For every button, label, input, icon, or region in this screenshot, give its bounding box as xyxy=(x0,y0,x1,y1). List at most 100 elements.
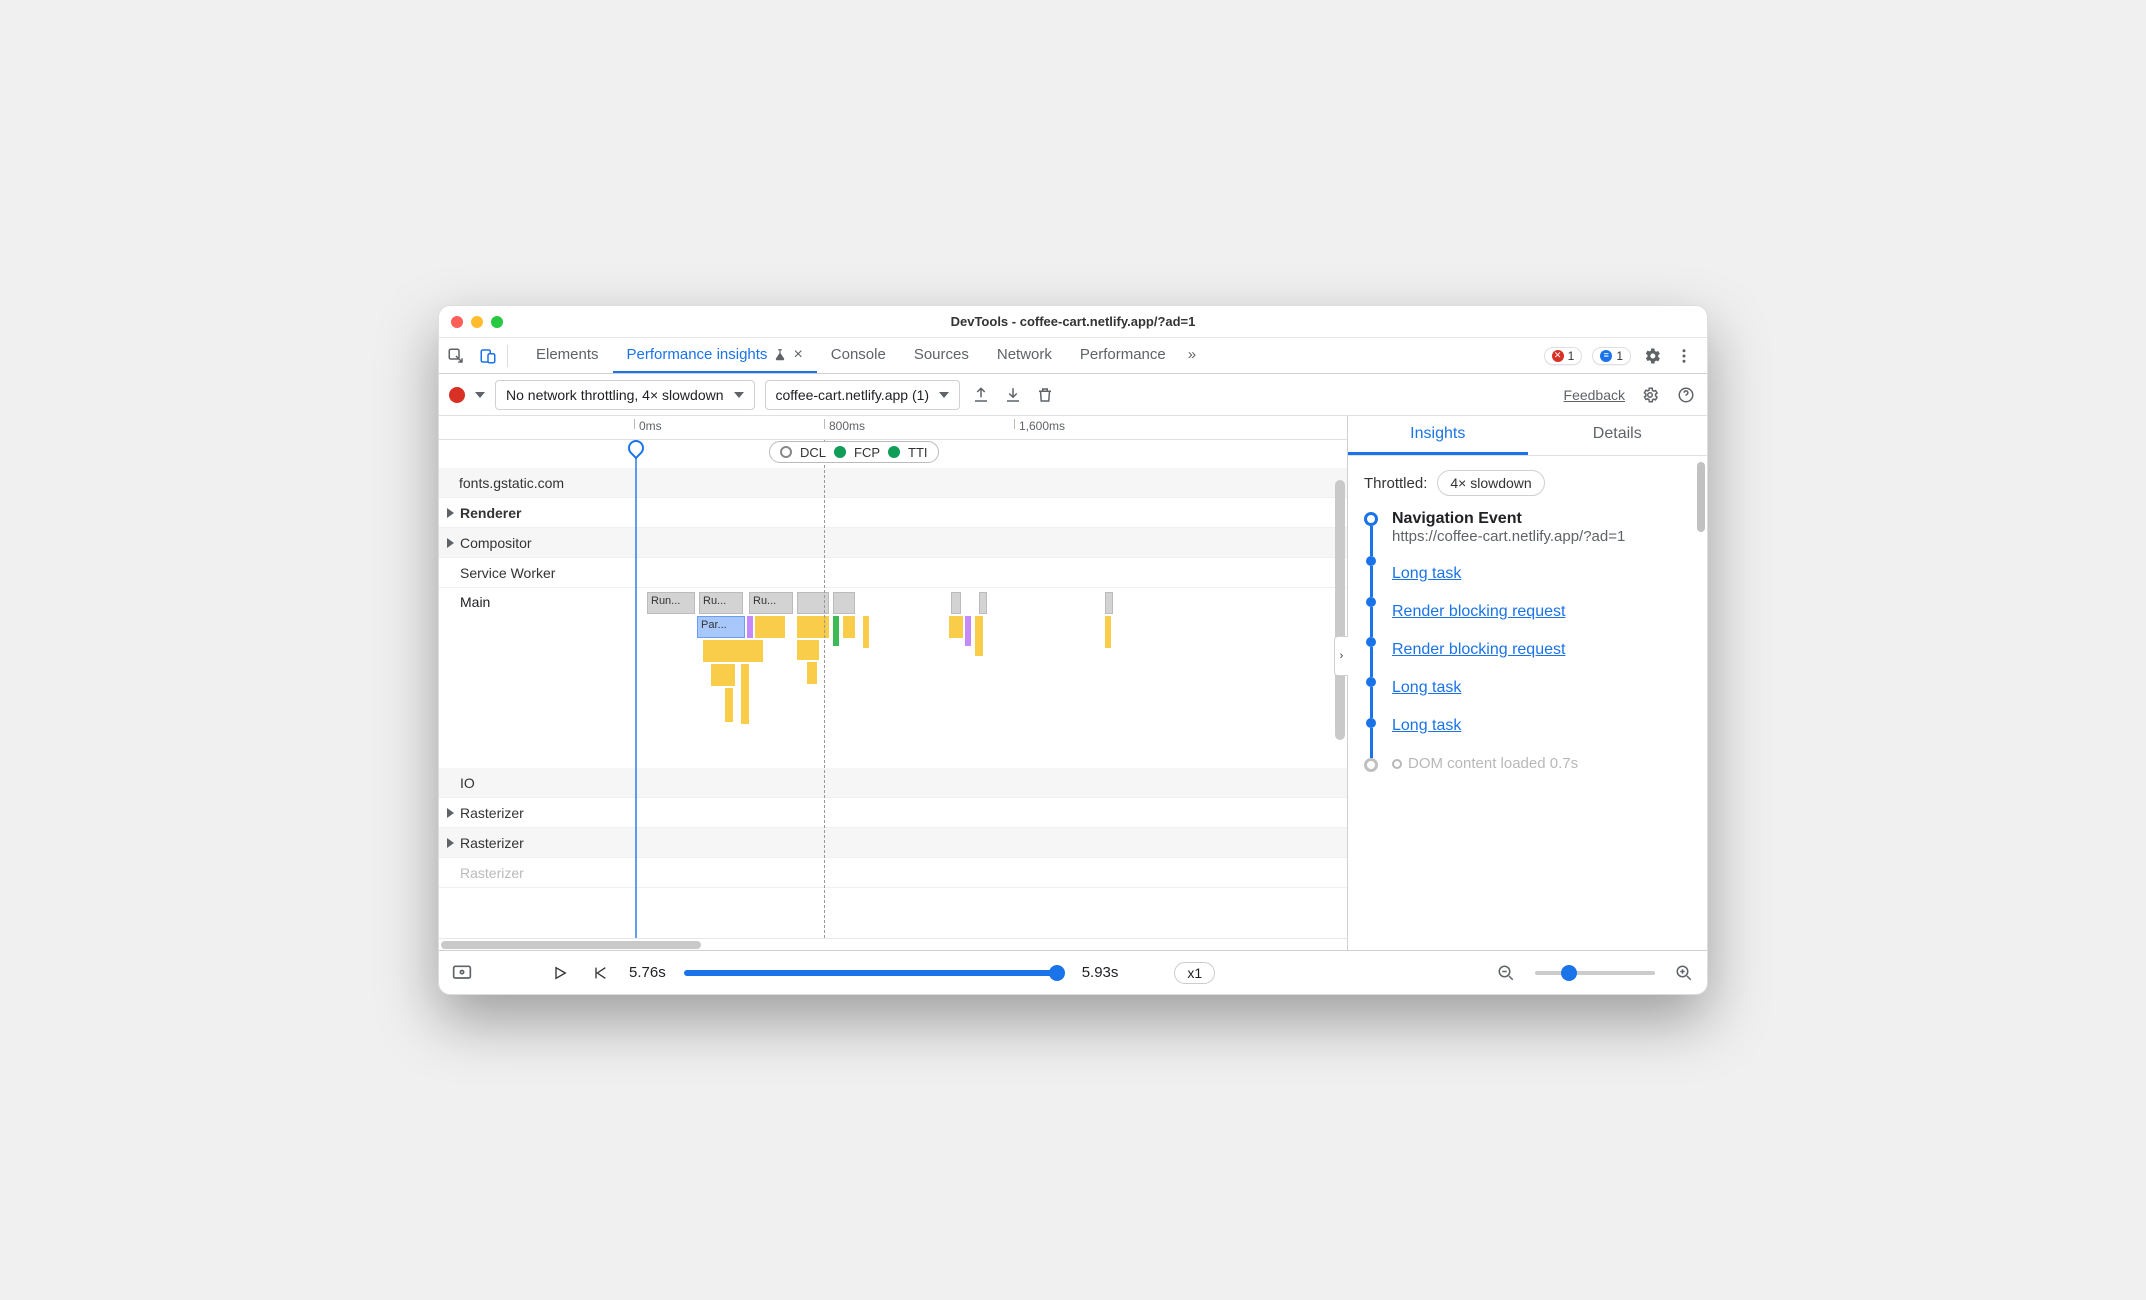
playback-slider[interactable] xyxy=(684,970,1064,976)
tab-elements[interactable]: Elements xyxy=(522,338,613,373)
tab-console[interactable]: Console xyxy=(817,338,900,373)
disclosure-triangle-icon xyxy=(447,508,454,518)
scrollbar-vertical[interactable] xyxy=(1335,480,1345,740)
play-icon[interactable] xyxy=(549,962,571,984)
zoom-in-icon[interactable] xyxy=(1673,962,1695,984)
track-rasterizer-2[interactable]: Rasterizer xyxy=(439,828,1347,858)
disclosure-triangle-icon xyxy=(447,838,454,848)
tracks-container[interactable]: fonts.gstatic.com Renderer Compositor Se… xyxy=(439,440,1347,938)
flame-event[interactable] xyxy=(747,616,753,638)
error-icon: ✕ xyxy=(1552,350,1564,362)
flask-icon xyxy=(773,348,787,362)
track-rasterizer-3[interactable]: Rasterizer xyxy=(439,858,1347,888)
insight-link[interactable]: Render blocking request xyxy=(1392,603,1625,621)
flame-event[interactable] xyxy=(975,616,983,656)
flame-event[interactable] xyxy=(965,616,971,646)
speed-chip[interactable]: x1 xyxy=(1174,962,1215,984)
flame-event[interactable] xyxy=(755,616,785,638)
zoom-icon[interactable] xyxy=(491,316,503,328)
zoom-out-icon[interactable] xyxy=(1495,962,1517,984)
flame-event[interactable] xyxy=(1105,616,1111,648)
insights-pane: › Insights Details Throttled: 4× slowdow… xyxy=(1347,416,1707,950)
feedback-link[interactable]: Feedback xyxy=(1564,387,1625,403)
flame-event[interactable] xyxy=(951,592,961,614)
zoom-slider[interactable] xyxy=(1535,971,1655,975)
insights-tabs: Insights Details xyxy=(1348,416,1707,456)
messages-badge[interactable]: ≡ 1 xyxy=(1592,347,1631,365)
flame-event[interactable] xyxy=(711,664,735,686)
tab-insights[interactable]: Insights xyxy=(1348,416,1528,455)
insight-link[interactable]: Render blocking request xyxy=(1392,641,1625,659)
scrollbar-horizontal[interactable] xyxy=(439,938,1347,950)
chevron-down-icon xyxy=(734,392,744,398)
flame-event[interactable] xyxy=(863,616,869,648)
track-renderer[interactable]: Renderer xyxy=(439,498,1347,528)
flame-event[interactable] xyxy=(833,616,839,646)
delete-icon[interactable] xyxy=(1034,384,1056,406)
minimize-icon[interactable] xyxy=(471,316,483,328)
flame-event[interactable]: Run... xyxy=(647,592,695,614)
track-rasterizer-1[interactable]: Rasterizer xyxy=(439,798,1347,828)
throttling-select[interactable]: No network throttling, 4× slowdown xyxy=(495,380,755,410)
flame-event[interactable] xyxy=(807,662,817,684)
record-menu-chevron-icon[interactable] xyxy=(475,392,485,398)
playback-bar: 5.76s 5.93s x1 xyxy=(439,950,1707,994)
main-split: 0ms 800ms 1,600ms DCL FCP TTI fonts.gsta… xyxy=(439,416,1707,950)
tabs-overflow[interactable]: » xyxy=(1180,338,1204,373)
flame-event[interactable]: Ru... xyxy=(699,592,743,614)
record-button[interactable] xyxy=(449,387,465,403)
flame-event[interactable] xyxy=(703,640,763,662)
close-tab-icon[interactable]: × xyxy=(793,346,802,364)
time-end: 5.93s xyxy=(1082,964,1119,981)
tab-details[interactable]: Details xyxy=(1528,416,1708,455)
help-icon[interactable] xyxy=(1675,384,1697,406)
track-serviceworker[interactable]: Service Worker xyxy=(439,558,1347,588)
flame-event[interactable]: Ru... xyxy=(749,592,793,614)
page-select[interactable]: coffee-cart.netlify.app (1) xyxy=(765,380,961,410)
insight-link[interactable]: Long task xyxy=(1392,679,1625,697)
errors-badge[interactable]: ✕ 1 xyxy=(1544,347,1583,365)
rewind-icon[interactable] xyxy=(589,962,611,984)
export-icon[interactable] xyxy=(970,384,992,406)
tti-marker-icon xyxy=(888,446,900,458)
flame-event[interactable]: Par... xyxy=(697,616,745,638)
collapse-handle[interactable]: › xyxy=(1334,636,1348,676)
device-toggle-icon[interactable] xyxy=(477,345,499,367)
flame-event[interactable] xyxy=(843,616,855,638)
tab-network[interactable]: Network xyxy=(983,338,1066,373)
track-main[interactable]: Main Run... Ru... Ru... Par... xyxy=(439,588,1347,768)
insight-nav-event[interactable]: Navigation Event https://coffee-cart.net… xyxy=(1392,510,1625,545)
flame-event[interactable] xyxy=(949,616,963,638)
flame-event[interactable] xyxy=(1105,592,1113,614)
ruler-tick: 800ms xyxy=(824,419,865,429)
chevron-down-icon xyxy=(939,392,949,398)
timeline-pane: 0ms 800ms 1,600ms DCL FCP TTI fonts.gsta… xyxy=(439,416,1347,950)
time-ruler[interactable]: 0ms 800ms 1,600ms xyxy=(439,416,1347,440)
tab-sources[interactable]: Sources xyxy=(900,338,983,373)
flame-event[interactable] xyxy=(741,664,749,724)
tab-performance-insights[interactable]: Performance insights × xyxy=(613,338,817,373)
disclosure-triangle-icon xyxy=(447,808,454,818)
track-compositor[interactable]: Compositor xyxy=(439,528,1347,558)
flame-event[interactable] xyxy=(725,688,733,722)
scrollbar-vertical[interactable] xyxy=(1697,462,1705,532)
settings-small-icon[interactable] xyxy=(1639,384,1661,406)
insight-link[interactable]: Long task xyxy=(1392,717,1625,735)
throttled-chip[interactable]: 4× slowdown xyxy=(1437,470,1544,496)
settings-icon[interactable] xyxy=(1641,345,1663,367)
tab-performance[interactable]: Performance xyxy=(1066,338,1180,373)
insight-link[interactable]: Long task xyxy=(1392,565,1625,583)
inspect-icon[interactable] xyxy=(445,345,467,367)
more-icon[interactable] xyxy=(1673,345,1695,367)
track-io[interactable]: IO xyxy=(439,768,1347,798)
devtools-window: DevTools - coffee-cart.netlify.app/?ad=1… xyxy=(438,305,1708,995)
track-fonts[interactable]: fonts.gstatic.com xyxy=(439,468,1347,498)
flame-event[interactable] xyxy=(797,640,819,660)
flame-event[interactable] xyxy=(979,592,987,614)
import-icon[interactable] xyxy=(1002,384,1024,406)
lcp-markers[interactable]: DCL FCP TTI xyxy=(769,441,939,463)
close-icon[interactable] xyxy=(451,316,463,328)
flame-event[interactable] xyxy=(833,592,855,614)
insight-cutoff: DOM content loaded 0.7s xyxy=(1392,755,1625,772)
screenshot-toggle-icon[interactable] xyxy=(451,962,473,984)
